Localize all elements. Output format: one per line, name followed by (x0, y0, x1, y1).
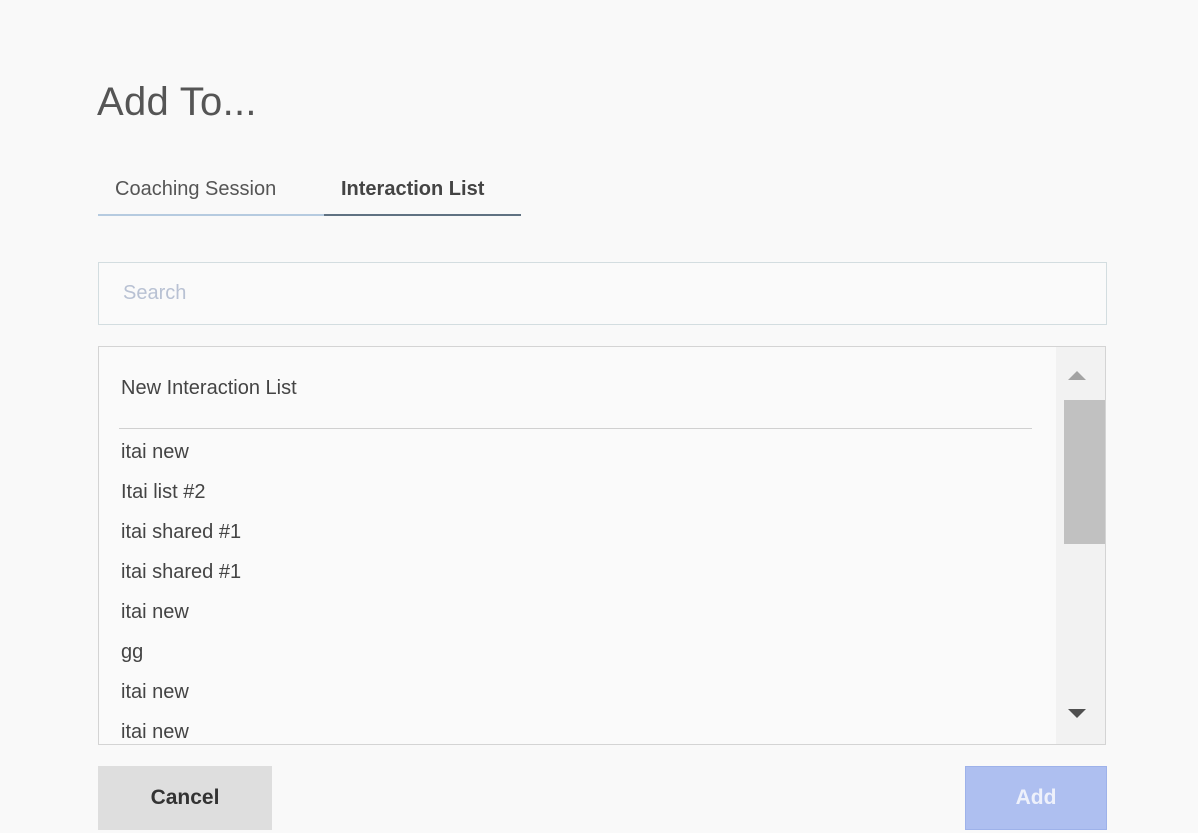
list-item[interactable]: itai new (121, 717, 241, 744)
add-button[interactable]: Add (965, 766, 1107, 830)
new-interaction-list-item[interactable]: New Interaction List (121, 377, 297, 400)
list-item[interactable]: itai new (121, 437, 241, 477)
list-item[interactable]: gg (121, 637, 241, 677)
list-item[interactable]: itai shared #1 (121, 557, 241, 597)
list-divider (119, 428, 1032, 429)
list-scrollbar[interactable] (1056, 347, 1105, 744)
tab-interaction-list[interactable]: Interaction List (324, 168, 521, 216)
list-item[interactable]: itai shared #1 (121, 517, 241, 557)
cancel-button[interactable]: Cancel (98, 766, 272, 830)
list-item[interactable]: Itai list #2 (121, 477, 241, 517)
tab-bar: Coaching Session Interaction List (98, 168, 521, 218)
scroll-down-arrow-icon[interactable] (1068, 709, 1086, 718)
list-content: New Interaction List itai new Itai list … (99, 347, 1057, 744)
scrollbar-thumb[interactable] (1064, 400, 1105, 544)
dialog-title: Add To... (97, 80, 257, 124)
search-input[interactable] (98, 262, 1107, 325)
interaction-list-box: New Interaction List itai new Itai list … (98, 346, 1106, 745)
list-item[interactable]: itai new (121, 677, 241, 717)
tab-coaching-session[interactable]: Coaching Session (98, 168, 324, 216)
scroll-up-arrow-icon[interactable] (1068, 371, 1086, 380)
interaction-list-items: itai new Itai list #2 itai shared #1 ita… (121, 437, 241, 744)
add-to-dialog: Add To... Coaching Session Interaction L… (0, 0, 1198, 833)
list-item[interactable]: itai new (121, 597, 241, 637)
